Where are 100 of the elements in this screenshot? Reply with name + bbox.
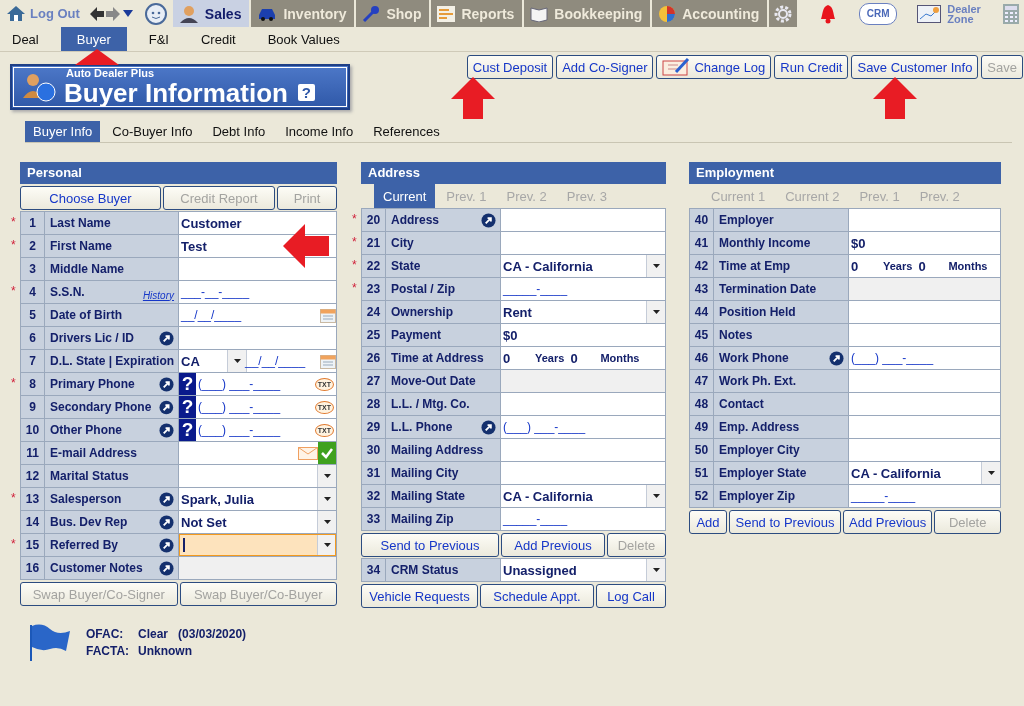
input-field[interactable] [849, 439, 1000, 461]
input-field[interactable] [849, 324, 1000, 346]
input-field[interactable] [849, 301, 1000, 323]
panel-button[interactable]: Schedule Appt. [480, 584, 594, 608]
panel-button[interactable]: Log Call [596, 584, 666, 608]
dropdown-button[interactable] [317, 465, 336, 487]
email-field[interactable] [179, 442, 336, 464]
toolbar-button[interactable]: Run Credit [774, 55, 849, 79]
dropdown-button[interactable] [317, 511, 336, 533]
popout-icon[interactable] [481, 212, 496, 228]
popout-icon[interactable] [481, 419, 496, 435]
masked-input[interactable]: (___) ___-____ [196, 400, 315, 414]
envelope-icon[interactable] [298, 446, 318, 460]
dropdown-button[interactable] [646, 255, 665, 277]
input-field[interactable] [179, 327, 336, 349]
toolbar-button[interactable]: Change Log [656, 55, 772, 79]
dropdown-button[interactable] [981, 462, 1000, 484]
popout-icon[interactable] [159, 514, 174, 530]
select-field[interactable]: Not Set [179, 511, 336, 533]
toolbar-button[interactable]: Save Customer Info [851, 55, 979, 79]
state-date-field[interactable]: CA __/__/____ [179, 350, 336, 372]
section-tab[interactable]: Co-Buyer Info [104, 121, 201, 142]
panel-button[interactable]: Add [689, 510, 727, 534]
popout-icon[interactable] [829, 350, 844, 366]
popout-icon[interactable] [159, 537, 174, 553]
popout-icon[interactable] [159, 491, 174, 507]
calendar-icon[interactable] [320, 353, 336, 369]
dropdown-button[interactable] [646, 485, 665, 507]
popout-icon[interactable] [159, 376, 174, 392]
toolbar-button[interactable]: Cust Deposit [466, 55, 554, 79]
section-tab[interactable]: Income Info [277, 121, 362, 142]
nav-tab[interactable]: Book Values [257, 27, 350, 51]
panel-button[interactable]: Add Previous [843, 510, 933, 534]
panel-button[interactable]: Send to Previous [361, 533, 499, 557]
field-label: Last Name [50, 216, 112, 230]
row-number: 44 [690, 301, 714, 323]
panel-button[interactable]: Add Previous [501, 533, 605, 557]
select-field[interactable] [179, 534, 336, 556]
input-field[interactable] [501, 393, 665, 415]
panel-button[interactable]: Choose Buyer [20, 186, 161, 210]
row-number: 25 [362, 324, 386, 346]
calendar-icon[interactable] [320, 307, 336, 323]
notification-bell-icon[interactable] [819, 3, 838, 24]
toolbar-button[interactable]: Add Co-Signer [556, 55, 654, 79]
dropdown-button[interactable] [317, 534, 336, 556]
crm-cloud-icon[interactable]: CRM [859, 2, 898, 25]
caret-icon[interactable] [122, 10, 133, 17]
select-field[interactable]: Rent [501, 301, 665, 323]
date-field[interactable]: __/__/____ [179, 304, 336, 326]
popout-icon[interactable] [159, 399, 174, 415]
masked-input[interactable]: __/__/____ [179, 308, 320, 322]
settings-icon[interactable] [773, 3, 794, 24]
masked-input[interactable]: (___) ___-____ [196, 423, 315, 437]
time-field[interactable]: 0 Years 0 Months [849, 255, 1000, 277]
calculator-icon[interactable] [1003, 3, 1020, 24]
input-field[interactable] [501, 462, 665, 484]
input-field[interactable] [501, 232, 665, 254]
time-field[interactable]: 0 Years 0 Months [501, 347, 665, 369]
nav-tab[interactable]: F&I [138, 27, 179, 51]
select-field[interactable]: CA - California [849, 462, 1000, 484]
panel-button[interactable]: Send to Previous [729, 510, 841, 534]
section-tab[interactable]: References [365, 121, 448, 142]
section-tab[interactable]: Debt Info [204, 121, 274, 142]
masked-input[interactable]: (___) ___-____ [196, 377, 315, 391]
panel-button[interactable]: Vehicle Requests [361, 584, 478, 608]
input-field[interactable] [501, 209, 665, 231]
field-label: Other Phone [50, 423, 123, 437]
nav-tab[interactable]: Credit [190, 27, 246, 51]
input-field[interactable] [849, 393, 1000, 415]
phone-status-badge[interactable]: ? [179, 419, 196, 441]
popout-icon[interactable] [159, 330, 174, 346]
field-label: First Name [50, 239, 114, 253]
section-tab[interactable]: Buyer Info [25, 121, 101, 142]
select-field[interactable]: CA - California [501, 485, 665, 507]
input-field[interactable] [501, 439, 665, 461]
field-label: Contact [719, 397, 765, 411]
input-field[interactable] [849, 209, 1000, 231]
dropdown-button[interactable] [227, 350, 247, 372]
input-field[interactable] [179, 258, 336, 280]
input-field[interactable] [849, 370, 1000, 392]
select-field[interactable] [179, 465, 336, 487]
address-tab[interactable]: Current [374, 184, 436, 208]
dropdown-button[interactable] [646, 301, 665, 323]
face-icon[interactable] [144, 2, 167, 25]
input-field[interactable] [849, 416, 1000, 438]
module-tab[interactable]: Sales [172, 0, 250, 27]
history-link[interactable]: History [142, 289, 174, 301]
dashboard-icon[interactable] [917, 4, 942, 23]
masked-input[interactable]: __/__/____ [243, 354, 320, 368]
phone-status-badge[interactable]: ? [179, 373, 196, 395]
dropdown-button[interactable] [317, 488, 336, 510]
nav-tab[interactable]: Buyer [60, 27, 127, 51]
popout-icon[interactable] [159, 422, 174, 438]
help-button[interactable]: ? [297, 84, 315, 101]
select-field[interactable]: Spark, Julia [179, 488, 336, 510]
phone-status-badge[interactable]: ? [179, 396, 196, 418]
field-label: Mailing City [391, 466, 460, 480]
nav-tab[interactable]: Deal [2, 27, 49, 51]
select-field[interactable]: CA - California [501, 255, 665, 277]
back-arrow-icon[interactable] [89, 6, 104, 21]
